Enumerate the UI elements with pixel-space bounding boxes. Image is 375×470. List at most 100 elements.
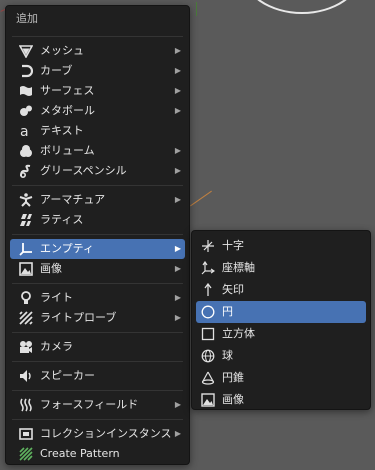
volume-icon (18, 143, 34, 159)
menu-item-force-field[interactable]: フォースフィールド ▶ (10, 395, 185, 415)
submenu-arrow-icon: ▶ (174, 244, 181, 253)
menu-item-label: ライトプローブ (40, 311, 117, 324)
force-field-icon (18, 397, 34, 413)
light-icon (18, 290, 34, 306)
viewport-circle-object (242, 0, 362, 14)
camera-icon (18, 339, 34, 355)
menu-separator (12, 390, 183, 391)
menu-item-label: スピーカー (40, 369, 95, 382)
menu-item-light[interactable]: ライト ▶ (10, 288, 185, 308)
menu-item-mesh[interactable]: メッシュ ▶ (10, 41, 185, 61)
submenu-arrow-icon: ▶ (174, 66, 181, 75)
menu-item-speaker[interactable]: スピーカー (10, 366, 185, 386)
submenu-item-plain-axes[interactable]: 十字 (196, 235, 366, 257)
submenu-item-cone[interactable]: 円錐 (196, 367, 366, 389)
viewport-y-axis-line (196, 2, 197, 16)
menu-item-surface[interactable]: サーフェス ▶ (10, 81, 185, 101)
submenu-arrow-icon: ▶ (174, 86, 181, 95)
pattern-icon (18, 446, 34, 462)
submenu-arrow-icon: ▶ (174, 293, 181, 302)
menu-item-label: ライト (40, 291, 73, 304)
submenu-item-label: 円 (222, 305, 233, 318)
menu-item-label: メッシュ (40, 44, 84, 57)
submenu-item-image[interactable]: 画像 (196, 389, 366, 411)
add-menu: 追加 メッシュ ▶ カーブ ▶ サーフェス ▶ メタボール ▶ a テキスト ボ… (5, 5, 190, 465)
menu-item-light-probe[interactable]: ライトプローブ ▶ (10, 308, 185, 328)
submenu-arrow-icon: ▶ (174, 313, 181, 322)
menu-item-metaball[interactable]: メタボール ▶ (10, 101, 185, 121)
surface-icon (18, 83, 34, 99)
submenu-item-arrows[interactable]: 座標軸 (196, 257, 366, 279)
submenu-arrow-icon: ▶ (174, 429, 181, 438)
submenu-item-label: 十字 (222, 239, 244, 252)
submenu-arrow-icon: ▶ (174, 146, 181, 155)
text-icon: a (18, 123, 34, 139)
empty-icon (18, 241, 34, 257)
menu-separator (12, 283, 183, 284)
menu-item-label: フォースフィールド (40, 398, 139, 411)
menu-separator (12, 185, 183, 186)
menu-item-label: コレクションインスタンス (40, 427, 172, 440)
menu-item-label: ラティス (40, 213, 84, 226)
menu-item-armature[interactable]: アーマチュア ▶ (10, 190, 185, 210)
submenu-arrow-icon: ▶ (174, 264, 181, 273)
armature-icon (18, 192, 34, 208)
submenu-item-label: 立方体 (222, 327, 255, 340)
submenu-item-circle[interactable]: 円 (196, 301, 366, 323)
menu-item-label: グリースペンシル (40, 164, 127, 177)
collection-icon (18, 426, 34, 442)
arrows-icon (200, 260, 216, 276)
submenu-item-cube[interactable]: 立方体 (196, 323, 366, 345)
submenu-arrow-icon: ▶ (174, 46, 181, 55)
menu-item-label: テキスト (40, 124, 84, 137)
curve-icon (18, 63, 34, 79)
plain-axes-icon (200, 238, 216, 254)
menu-item-image[interactable]: 画像 ▶ (10, 259, 185, 279)
menu-item-empty[interactable]: エンプティ ▶ (10, 239, 185, 259)
menu-separator (12, 419, 183, 420)
menu-separator (12, 361, 183, 362)
menu-title: 追加 (16, 12, 38, 25)
menu-item-label: アーマチュア (40, 193, 106, 206)
sphere-icon (200, 348, 216, 364)
mesh-icon (18, 43, 34, 59)
submenu-item-single-arrow[interactable]: 矢印 (196, 279, 366, 301)
light-probe-icon (18, 310, 34, 326)
menu-separator (12, 36, 183, 37)
menu-item-volume[interactable]: ボリューム ▶ (10, 141, 185, 161)
lattice-icon (18, 212, 34, 228)
menu-item-label: 画像 (40, 262, 62, 275)
cone-icon (200, 370, 216, 386)
menu-item-lattice[interactable]: ラティス (10, 210, 185, 230)
image-icon (200, 392, 216, 408)
menu-item-label: エンプティ (40, 242, 95, 255)
submenu-item-label: 円錐 (222, 371, 244, 384)
submenu-item-label: 矢印 (222, 283, 244, 296)
submenu-arrow-icon: ▶ (174, 195, 181, 204)
submenu-item-label: 画像 (222, 393, 244, 406)
menu-item-grease-pencil[interactable]: グリースペンシル ▶ (10, 161, 185, 181)
menu-separator (12, 332, 183, 333)
svg-text:a: a (20, 124, 29, 138)
menu-item-collection-instance[interactable]: コレクションインスタンス ▶ (10, 424, 185, 444)
submenu-item-sphere[interactable]: 球 (196, 345, 366, 367)
submenu-arrow-icon: ▶ (174, 106, 181, 115)
metaball-icon (18, 103, 34, 119)
menu-item-create-pattern[interactable]: Create Pattern (10, 444, 185, 464)
submenu-arrow-icon: ▶ (174, 166, 181, 175)
cube-icon (200, 326, 216, 342)
menu-item-curve[interactable]: カーブ ▶ (10, 61, 185, 81)
submenu-item-label: 球 (222, 349, 233, 362)
menu-item-text[interactable]: a テキスト (10, 121, 185, 141)
speaker-icon (18, 368, 34, 384)
menu-item-label: Create Pattern (40, 447, 120, 460)
menu-item-label: ボリューム (40, 144, 95, 157)
image-icon (18, 261, 34, 277)
menu-separator (12, 234, 183, 235)
menu-item-camera[interactable]: カメラ (10, 337, 185, 357)
grease-pencil-icon (18, 163, 34, 179)
menu-item-label: カーブ (40, 64, 73, 77)
submenu-arrow-icon: ▶ (174, 400, 181, 409)
menu-item-label: カメラ (40, 340, 73, 353)
menu-item-label: メタボール (40, 104, 95, 117)
